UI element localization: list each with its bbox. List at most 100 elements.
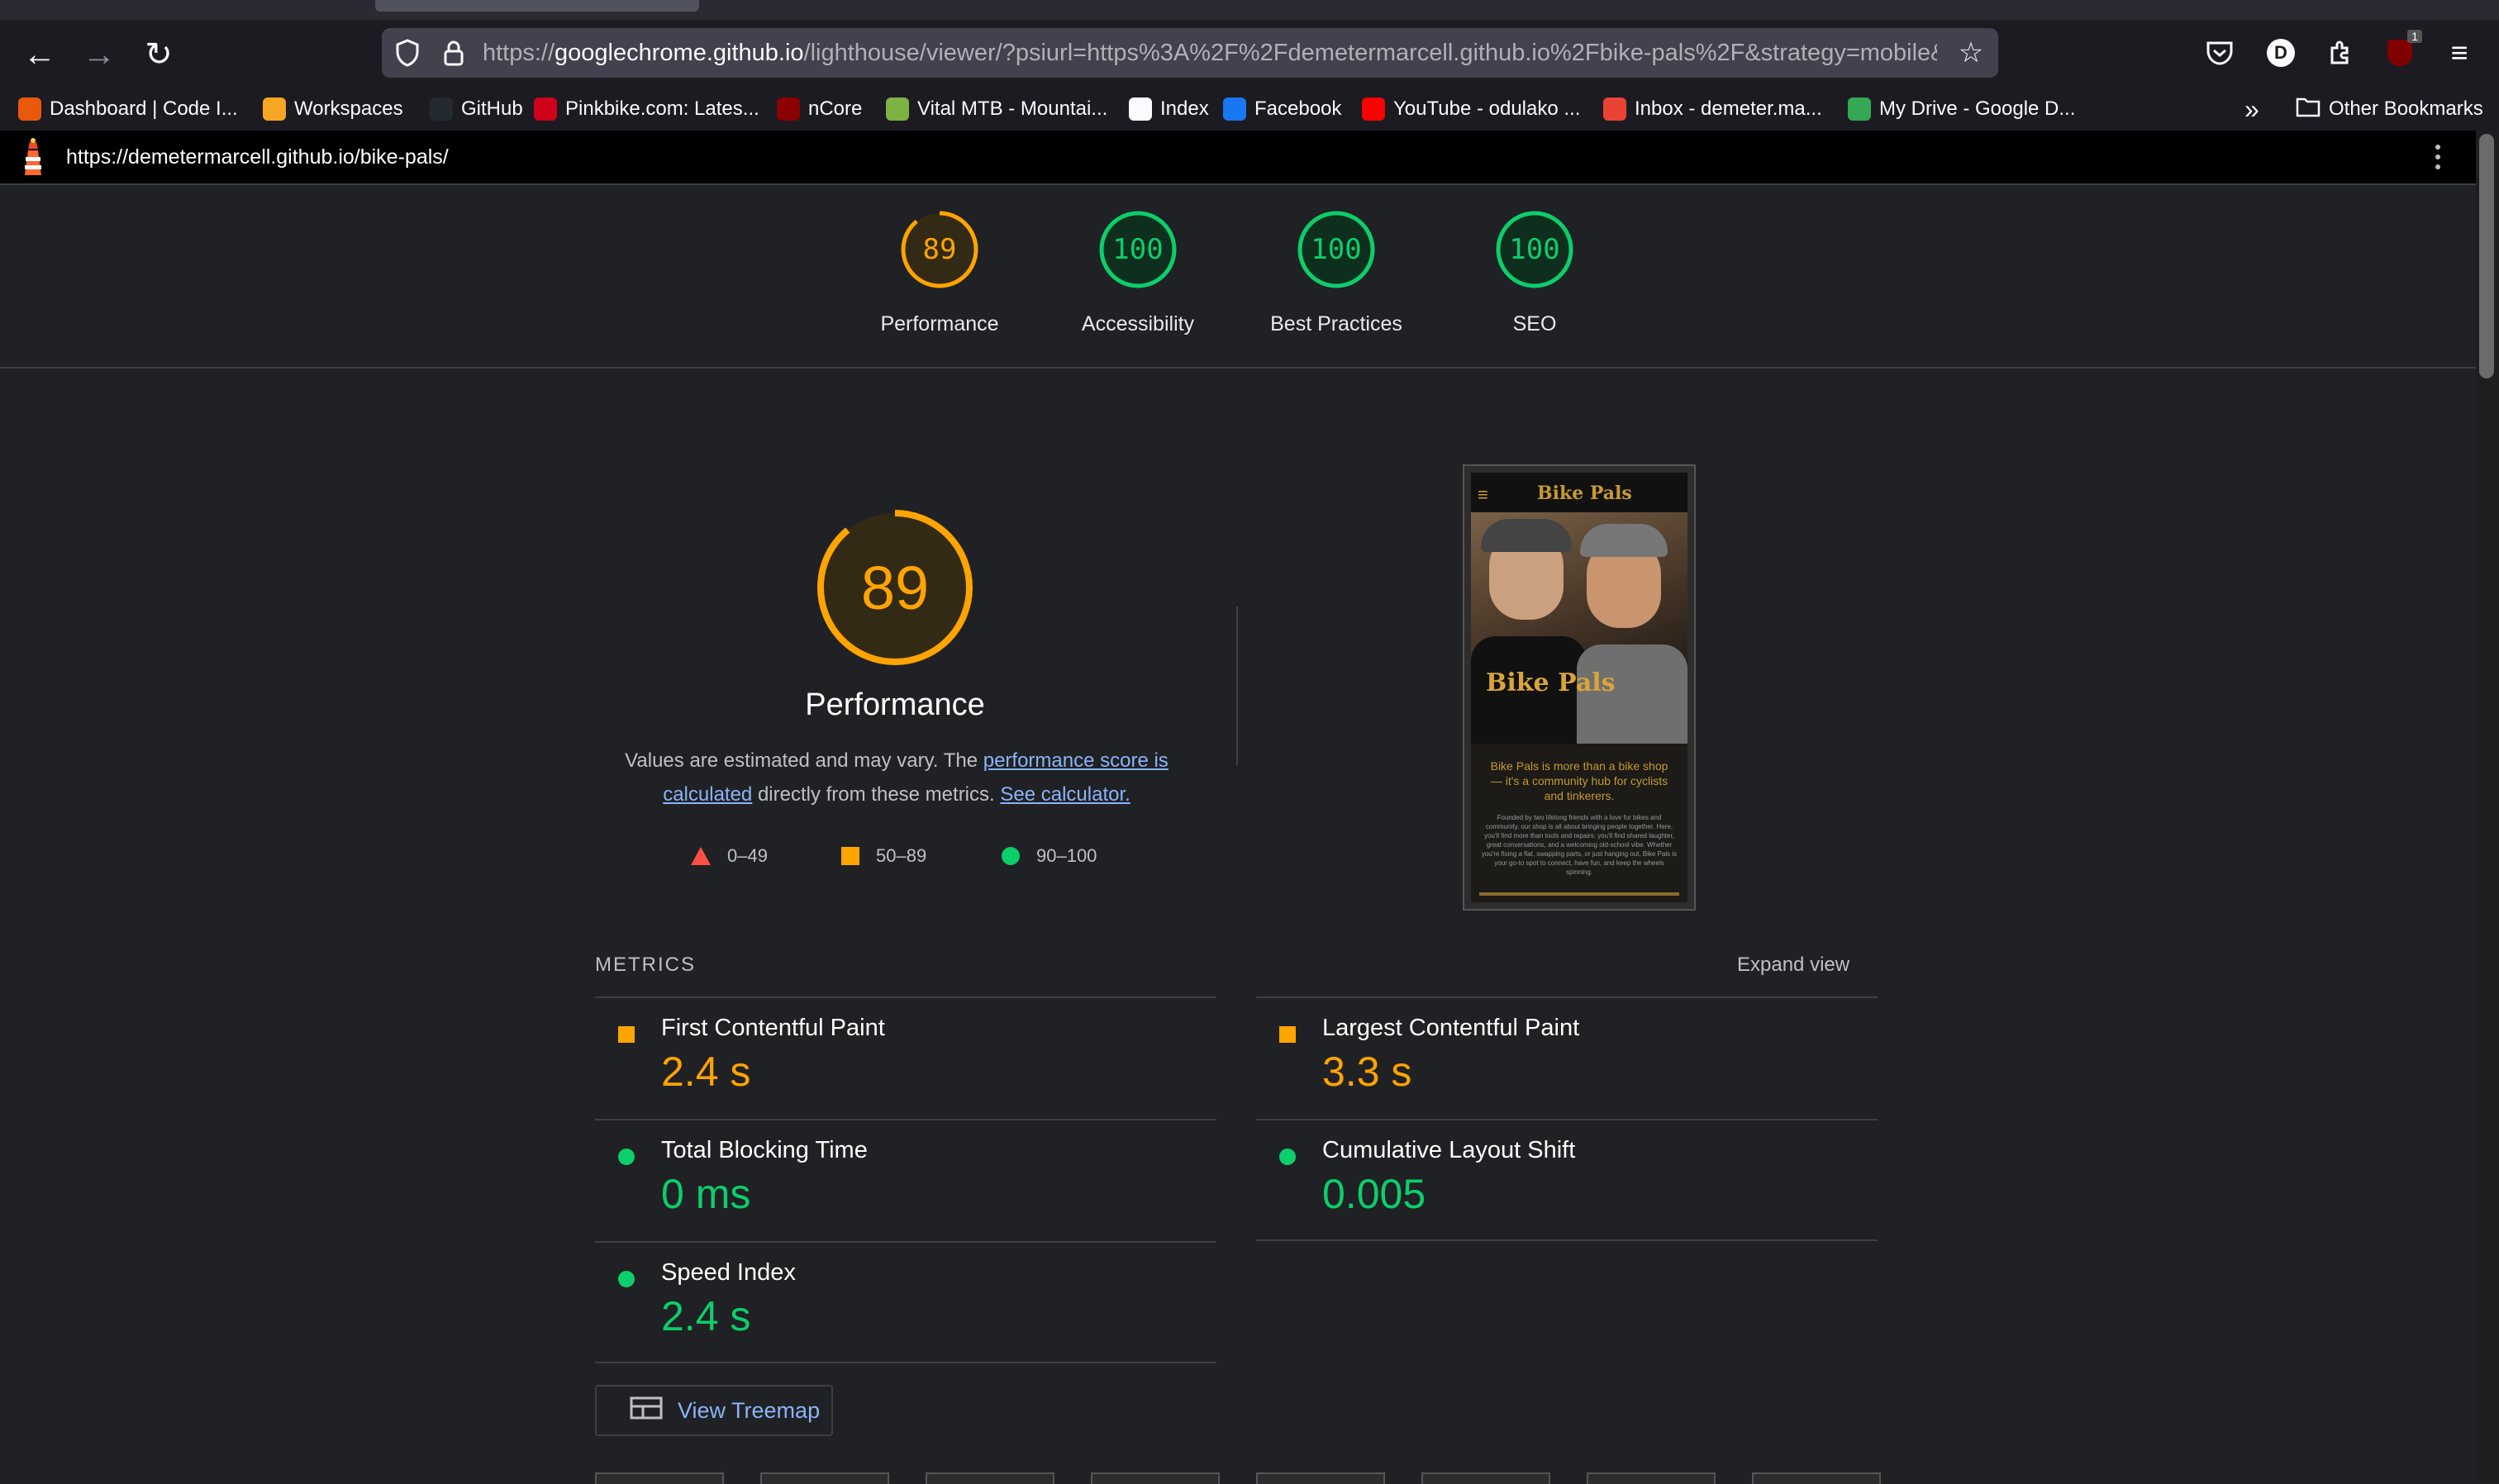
view-treemap-button[interactable]: View Treemap: [595, 1385, 833, 1436]
pass-circle-icon: [618, 1271, 635, 1287]
score-value: 89: [922, 233, 957, 266]
drive-icon: [1848, 98, 1871, 121]
pocket-icon[interactable]: [2197, 31, 2243, 74]
square-icon: [841, 847, 859, 865]
performance-description: Values are estimated and may vary. The p…: [625, 749, 1169, 806]
gmail-icon: [1603, 98, 1626, 121]
score-ring: 100: [1297, 210, 1376, 289]
screenshot-site-title: Bike Pals: [1537, 483, 1632, 504]
bookmark-item[interactable]: Index: [1129, 89, 1209, 129]
pb-logo-icon: [534, 98, 557, 121]
other-bookmarks-folder[interactable]: Other Bookmarks: [2296, 89, 2483, 129]
bookmark-label: Index: [1160, 98, 1209, 120]
gauge-label: Accessibility: [1081, 312, 1195, 335]
vertical-divider: [1236, 606, 1238, 765]
bookmark-item[interactable]: nCore: [777, 89, 862, 129]
hero-logo-text: Bike Pals: [1486, 668, 1616, 697]
shield-icon[interactable]: [387, 28, 428, 78]
kebab-menu-button[interactable]: [2421, 140, 2454, 174]
youtube-icon: [1362, 98, 1385, 121]
legend-fail: 0–49: [691, 841, 768, 871]
lock-icon[interactable]: [433, 28, 474, 78]
bookmark-star-icon[interactable]: ☆: [1950, 28, 1992, 78]
metric-cumulative-layout-shift: Cumulative Layout Shift 0.005: [1256, 1119, 1878, 1241]
bookmark-item[interactable]: Workspaces: [263, 89, 403, 129]
bookmark-label: Inbox - demeter.ma...: [1635, 98, 1822, 120]
back-arrow-icon: ←: [23, 36, 56, 73]
score-value: 100: [1311, 233, 1362, 266]
power-icon: [886, 98, 909, 121]
bookmark-item[interactable]: Facebook: [1223, 89, 1341, 129]
g-logo-icon: [263, 98, 286, 121]
pass-circle-icon: [1279, 1149, 1296, 1165]
average-square-icon: [1279, 1026, 1296, 1043]
expand-view-toggle[interactable]: Expand view: [1737, 954, 1849, 977]
gauge-label: Performance: [880, 312, 999, 335]
bookmark-label: GitHub: [461, 98, 523, 120]
screenshot-body-text: Founded by two lifelong friends with a l…: [1481, 814, 1678, 876]
metric-largest-contentful-paint: Largest Contentful Paint 3.3 s: [1256, 996, 1878, 1119]
bookmark-label: YouTube - odulako ...: [1393, 98, 1581, 120]
circle-icon: [1002, 847, 1020, 865]
bookmark-label: My Drive - Google D...: [1879, 98, 2076, 120]
final-screenshot[interactable]: ≡ Bike Pals Bike Pals Bike Pals is more …: [1463, 464, 1696, 911]
score-value: 100: [1112, 233, 1164, 266]
circle-icon: [18, 98, 41, 121]
see-calculator-link[interactable]: See calculator.: [1000, 783, 1130, 806]
reload-icon: ↻: [145, 36, 173, 73]
average-square-icon: [618, 1026, 635, 1043]
extensions-icon[interactable]: [2317, 31, 2363, 74]
bookmark-item[interactable]: Vital MTB - Mountai...: [886, 89, 1107, 129]
double-chevron-icon: »: [2244, 93, 2259, 124]
performance-score: 89: [860, 553, 930, 622]
gauge-performance[interactable]: 89 Performance: [840, 210, 1039, 336]
metrics-divider: [1256, 1239, 1878, 1241]
metric-total-blocking-time: Total Blocking Time 0 ms: [595, 1119, 1216, 1241]
tested-url[interactable]: https://demetermarcell.github.io/bike-pa…: [66, 131, 449, 183]
account-avatar[interactable]: D: [2258, 31, 2304, 74]
scrollbar-thumb[interactable]: [2479, 134, 2494, 378]
bookmark-label: Vital MTB - Mountai...: [917, 98, 1108, 120]
bookmark-label: nCore: [808, 98, 863, 120]
bookmark-item[interactable]: Inbox - demeter.ma...: [1603, 89, 1822, 129]
bookmark-label: Dashboard | Code I...: [50, 98, 238, 120]
gauge-label: Best Practices: [1270, 312, 1402, 335]
gauge-seo[interactable]: 100 SEO: [1435, 210, 1634, 336]
ublock-icon[interactable]: 1: [2377, 30, 2423, 74]
notification-badge: 1: [2407, 30, 2422, 43]
bookmark-item[interactable]: GitHub: [430, 89, 523, 129]
facebook-icon: [1223, 98, 1246, 121]
legend-average: 50–89: [841, 841, 926, 871]
n-logo-icon: [777, 98, 800, 121]
bookmark-label: Workspaces: [294, 98, 403, 120]
bookmark-label: Facebook: [1254, 98, 1342, 120]
gauge-best-practices[interactable]: 100 Best Practices: [1237, 210, 1435, 336]
bookmark-label: Pinkbike.com: Lates...: [565, 98, 759, 120]
treemap-icon: [630, 1396, 663, 1425]
legend-pass: 90–100: [1002, 841, 1097, 871]
menu-icon[interactable]: ≡: [2436, 31, 2482, 74]
bookmarks-overflow-button[interactable]: »: [2244, 89, 2259, 129]
screenshot-tagline: Bike Pals is more than a bike shop — it'…: [1490, 759, 1668, 802]
metrics-header: METRICS: [595, 954, 696, 976]
score-ring: 100: [1098, 210, 1178, 289]
hamburger-icon: ≡: [1478, 484, 1488, 505]
active-tab[interactable]: [375, 0, 699, 12]
triangle-icon: [691, 847, 711, 865]
bookmark-item[interactable]: Dashboard | Code I...: [18, 89, 238, 129]
gauge-accessibility[interactable]: 100 Accessibility: [1039, 210, 1237, 336]
bookmark-item[interactable]: YouTube - odulako ...: [1362, 89, 1580, 129]
pass-circle-icon: [618, 1149, 635, 1165]
url-text[interactable]: https://googlechrome.github.io/lighthous…: [483, 28, 1937, 78]
screenshot-bottom-bar: [1479, 892, 1679, 896]
forward-button[interactable]: →: [73, 33, 126, 76]
reload-button[interactable]: ↻: [132, 33, 185, 76]
bookmark-item[interactable]: My Drive - Google D...: [1848, 89, 2075, 129]
back-button[interactable]: ←: [13, 33, 66, 76]
gauge-label: SEO: [1512, 312, 1557, 335]
metric-speed-index: Speed Index 2.4 s: [595, 1241, 1216, 1363]
bar-icon: [1129, 98, 1152, 121]
performance-title: Performance: [805, 687, 985, 722]
score-ring: 89: [900, 210, 979, 289]
bookmark-item[interactable]: Pinkbike.com: Lates...: [534, 89, 759, 129]
